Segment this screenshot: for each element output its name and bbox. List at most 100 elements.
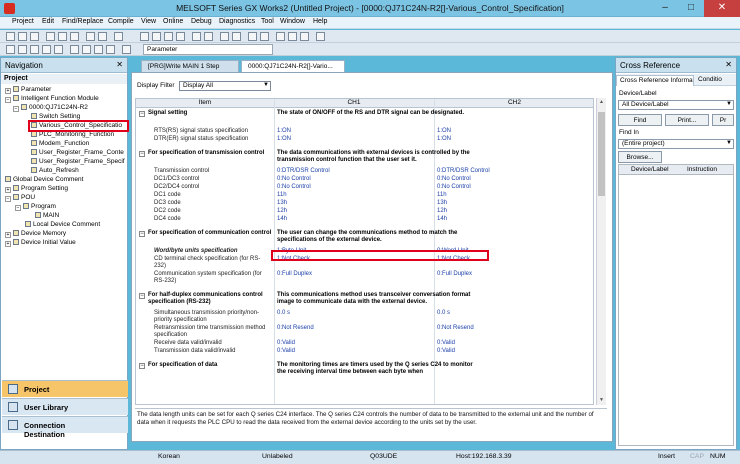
monitor-stop-icon[interactable] bbox=[232, 32, 241, 41]
tree-item-user-register-content[interactable]: User_Register_Frame_Conte bbox=[31, 149, 124, 158]
ch1-value[interactable]: 12h bbox=[277, 208, 287, 215]
compile-icon[interactable] bbox=[248, 32, 257, 41]
cross-reference-icon[interactable] bbox=[94, 45, 103, 54]
minimize-button[interactable]: – bbox=[652, 0, 678, 17]
statement-icon[interactable] bbox=[300, 32, 309, 41]
find-in-select[interactable]: (Entire project) ▼ bbox=[618, 139, 734, 149]
ch1-value[interactable]: 13h bbox=[277, 200, 287, 207]
ch2-value[interactable]: 11h bbox=[437, 192, 447, 199]
collapse-icon[interactable]: − bbox=[139, 231, 145, 237]
menu-tool[interactable]: Tool bbox=[261, 18, 274, 25]
device-label-select[interactable]: All Device/Label ▼ bbox=[618, 100, 734, 110]
tree-item-main[interactable]: MAIN bbox=[35, 212, 59, 221]
collapse-icon[interactable]: − bbox=[139, 293, 145, 299]
watch-icon[interactable] bbox=[54, 45, 63, 54]
menu-debug[interactable]: Debug bbox=[191, 18, 212, 25]
undo-icon[interactable] bbox=[86, 32, 95, 41]
close-button[interactable]: ✕ bbox=[704, 0, 740, 17]
tree-item-local-device-comment[interactable]: Local Device Comment bbox=[25, 221, 100, 230]
parameter-icon[interactable] bbox=[70, 45, 79, 54]
cut-icon[interactable] bbox=[46, 32, 55, 41]
project-view-icon[interactable] bbox=[6, 45, 15, 54]
collapse-icon[interactable]: − bbox=[13, 106, 19, 112]
ch1-value[interactable]: 0:No Control bbox=[277, 184, 311, 191]
ch1-value[interactable]: 0:No Control bbox=[277, 176, 311, 183]
ch1-value[interactable]: 1:ON bbox=[277, 128, 291, 135]
menu-project[interactable]: Project bbox=[12, 18, 34, 25]
ch1-value[interactable]: 1:ON bbox=[277, 136, 291, 143]
menu-view[interactable]: View bbox=[141, 18, 156, 25]
ch2-value[interactable]: 0:Not Resend bbox=[437, 325, 474, 332]
device-list-icon[interactable] bbox=[106, 45, 115, 54]
output-icon[interactable] bbox=[42, 45, 51, 54]
ch2-value[interactable]: 0:Full Duplex bbox=[437, 271, 472, 278]
menu-window[interactable]: Window bbox=[280, 18, 305, 25]
zoom-icon[interactable] bbox=[316, 32, 325, 41]
tree-item-program[interactable]: − Program bbox=[15, 203, 56, 212]
menu-diagnostics[interactable]: Diagnostics bbox=[219, 18, 255, 25]
tree-item-global-device-comment[interactable]: Global Device Comment bbox=[5, 176, 83, 185]
table-row[interactable]: RTS(RS) signal status specification 1:ON 1… bbox=[136, 128, 593, 136]
table-row[interactable]: Communication system specification (for … bbox=[136, 271, 593, 286]
ch2-value[interactable]: 1:ON bbox=[437, 136, 451, 143]
print-button[interactable]: Print... bbox=[665, 114, 709, 126]
redo-icon[interactable] bbox=[98, 32, 107, 41]
menu-edit[interactable]: Edit bbox=[42, 18, 54, 25]
label-icon[interactable] bbox=[122, 45, 131, 54]
tree-item-auto-refresh[interactable]: Auto_Refresh bbox=[31, 167, 79, 176]
vertical-scrollbar[interactable]: ▲ ▼ bbox=[596, 98, 606, 405]
tree-item-plc-monitoring[interactable]: PLC_Monitoring_Function bbox=[31, 131, 114, 140]
copy-icon[interactable] bbox=[58, 32, 67, 41]
nav-button-project[interactable]: Project bbox=[2, 380, 128, 397]
table-row[interactable]: Transmission control 0:DTR/DSR Control 0:D… bbox=[136, 168, 593, 176]
coil-icon[interactable] bbox=[164, 32, 173, 41]
expand-icon[interactable]: + bbox=[5, 241, 11, 247]
tree-item-module[interactable]: −0000:QJ71C24N-R2 bbox=[13, 104, 88, 113]
expand-icon[interactable]: + bbox=[5, 88, 11, 94]
table-row[interactable]: Simultaneous transmission priority/non-p… bbox=[136, 310, 593, 325]
instruction-icon[interactable] bbox=[176, 32, 185, 41]
parameter-combo[interactable]: Parameter bbox=[143, 44, 273, 55]
ch1-value[interactable]: 0:Full Duplex bbox=[277, 271, 312, 278]
scroll-down-icon[interactable]: ▼ bbox=[597, 396, 606, 405]
ch2-value[interactable]: 0:No Control bbox=[437, 184, 471, 191]
expand-icon[interactable]: + bbox=[5, 187, 11, 193]
library-icon[interactable] bbox=[30, 45, 39, 54]
paste-icon[interactable] bbox=[70, 32, 79, 41]
close-pane-icon[interactable]: ✕ bbox=[116, 60, 123, 69]
table-row[interactable]: DC2 code 12h 12h bbox=[136, 208, 593, 216]
tree-item-program-setting[interactable]: + Program Setting bbox=[5, 185, 68, 194]
collapse-icon[interactable]: − bbox=[15, 205, 21, 211]
menu-online[interactable]: Online bbox=[163, 18, 183, 25]
tab-condition[interactable]: Conditio bbox=[695, 75, 735, 86]
find-button[interactable]: Find bbox=[618, 114, 662, 126]
monitor-icon[interactable] bbox=[220, 32, 229, 41]
nav-button-user-library[interactable]: User Library bbox=[2, 398, 128, 415]
table-row[interactable]: Receive data valid/invalid 0:Valid 0:Valid bbox=[136, 340, 593, 348]
table-row[interactable]: DTR(ER) signal status specification 1:ON 1… bbox=[136, 136, 593, 144]
tab-prg-main[interactable]: [PRG]Write MAIN 1 Step bbox=[141, 60, 239, 72]
menu-help[interactable]: Help bbox=[313, 18, 327, 25]
menu-compile[interactable]: Compile bbox=[108, 18, 134, 25]
navigation-icon[interactable] bbox=[18, 45, 27, 54]
write-to-plc-icon[interactable] bbox=[192, 32, 201, 41]
contact-icon[interactable] bbox=[152, 32, 161, 41]
ch1-value[interactable]: 11h bbox=[277, 192, 287, 199]
ch2-value[interactable]: 1:ON bbox=[437, 128, 451, 135]
ch1-value[interactable]: 0:Valid bbox=[277, 348, 295, 355]
save-icon[interactable] bbox=[30, 32, 39, 41]
ch1-value[interactable]: 0:Valid bbox=[277, 340, 295, 347]
table-row[interactable]: DC1/DC3 control 0:No Control 0:No Control bbox=[136, 176, 593, 184]
ch2-value[interactable]: 0.0 s bbox=[437, 310, 450, 317]
collapse-icon[interactable]: − bbox=[5, 97, 11, 103]
tree-item-intelligent-function-module[interactable]: − Intelligent Function Module bbox=[5, 95, 99, 104]
read-from-plc-icon[interactable] bbox=[204, 32, 213, 41]
tab-various-control[interactable]: 0000:QJ71C24N-R2[]-Vario... bbox=[241, 60, 345, 72]
table-row[interactable]: DC4 code 14h 14h bbox=[136, 216, 593, 224]
tree-item-device-initial-value[interactable]: + Device Initial Value bbox=[5, 239, 76, 248]
comment-icon[interactable] bbox=[288, 32, 297, 41]
tree-item-parameter[interactable]: + Parameter bbox=[5, 86, 51, 95]
ch2-value[interactable]: 14h bbox=[437, 216, 447, 223]
ch1-value[interactable]: 0:DTR/DSR Control bbox=[277, 168, 330, 175]
table-row[interactable]: DC1 code 11h 11h bbox=[136, 192, 593, 200]
